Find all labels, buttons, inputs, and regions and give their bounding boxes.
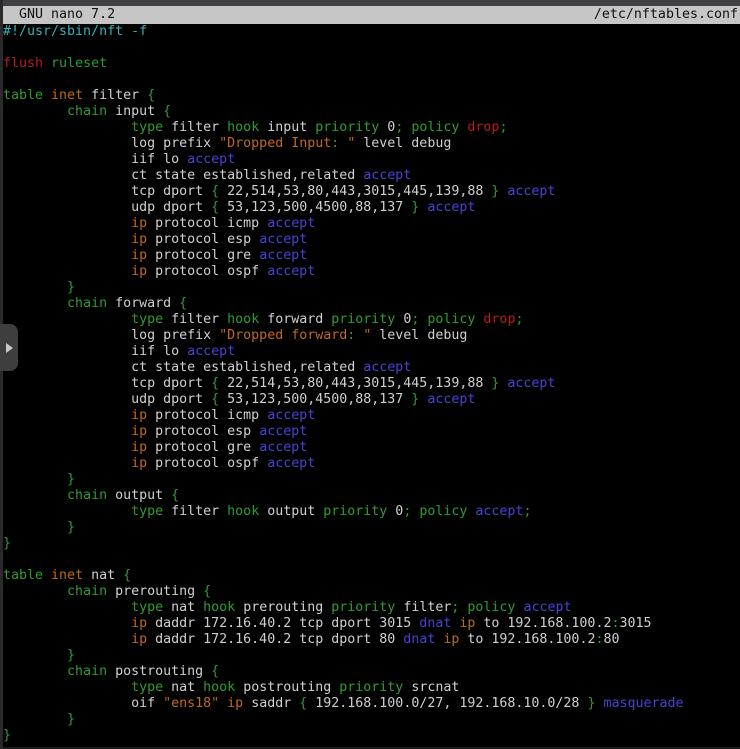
code-line: ip protocol ospf accept [3, 456, 740, 472]
code-line: log prefix "Dropped Input: " level debug [3, 136, 740, 152]
code-line: ip protocol gre accept [3, 248, 740, 264]
code-line: } [3, 712, 740, 728]
code-line: ip protocol ospf accept [3, 264, 740, 280]
code-line: ip protocol icmp accept [3, 408, 740, 424]
side-panel-handle[interactable] [0, 324, 18, 371]
code-line: type nat hook postrouting priority srcna… [3, 680, 740, 696]
code-line: flush ruleset [3, 56, 740, 72]
code-line: udp dport { 53,123,500,4500,88,137 } acc… [3, 200, 740, 216]
code-line: } [3, 728, 740, 744]
code-line: ip protocol gre accept [3, 440, 740, 456]
code-line: ip protocol esp accept [3, 232, 740, 248]
code-line: ct state established,related accept [3, 360, 740, 376]
nano-edit-buffer[interactable]: #!/usr/sbin/nft -f flush ruleset table ine… [0, 24, 740, 744]
code-line: log prefix "Dropped forward: " level deb… [3, 328, 740, 344]
code-line: udp dport { 53,123,500,4500,88,137 } acc… [3, 392, 740, 408]
code-line: table inet nat { [3, 568, 740, 584]
code-line: iif lo accept [3, 152, 740, 168]
code-line: type filter hook forward priority 0; pol… [3, 312, 740, 328]
code-line: tcp dport { 22,514,53,80,443,3015,445,13… [3, 184, 740, 200]
code-line [3, 72, 740, 88]
code-line: } [3, 536, 740, 552]
code-line: type nat hook prerouting priority filter… [3, 600, 740, 616]
code-line: type filter hook input priority 0; polic… [3, 120, 740, 136]
code-line: } [3, 472, 740, 488]
code-line: chain postrouting { [3, 664, 740, 680]
code-line [3, 40, 740, 56]
code-line: tcp dport { 22,514,53,80,443,3015,445,13… [3, 376, 740, 392]
code-line: #!/usr/sbin/nft -f [3, 24, 740, 40]
open-file-path: /etc/nftables.conf [594, 6, 738, 24]
code-line: ip daddr 172.16.40.2 tcp dport 3015 dnat… [3, 616, 740, 632]
code-line: } [3, 520, 740, 536]
nano-version-label: GNU nano 7.2 [3, 6, 115, 24]
code-line: chain forward { [3, 296, 740, 312]
chevron-right-icon [6, 343, 13, 353]
code-line: } [3, 648, 740, 664]
code-line: ip daddr 172.16.40.2 tcp dport 80 dnat i… [3, 632, 740, 648]
code-line [3, 552, 740, 568]
code-line: type filter hook output priority 0; poli… [3, 504, 740, 520]
code-line: } [3, 280, 740, 296]
code-line: ip protocol icmp accept [3, 216, 740, 232]
code-line: iif lo accept [3, 344, 740, 360]
code-line: ct state established,related accept [3, 168, 740, 184]
code-line: chain prerouting { [3, 584, 740, 600]
code-line: ip protocol esp accept [3, 424, 740, 440]
nano-titlebar: GNU nano 7.2 /etc/nftables.conf [0, 6, 740, 24]
code-line: chain output { [3, 488, 740, 504]
code-line: oif "ens18" ip saddr { 192.168.100.0/27,… [3, 696, 740, 712]
code-line: chain input { [3, 104, 740, 120]
code-line: table inet filter { [3, 88, 740, 104]
